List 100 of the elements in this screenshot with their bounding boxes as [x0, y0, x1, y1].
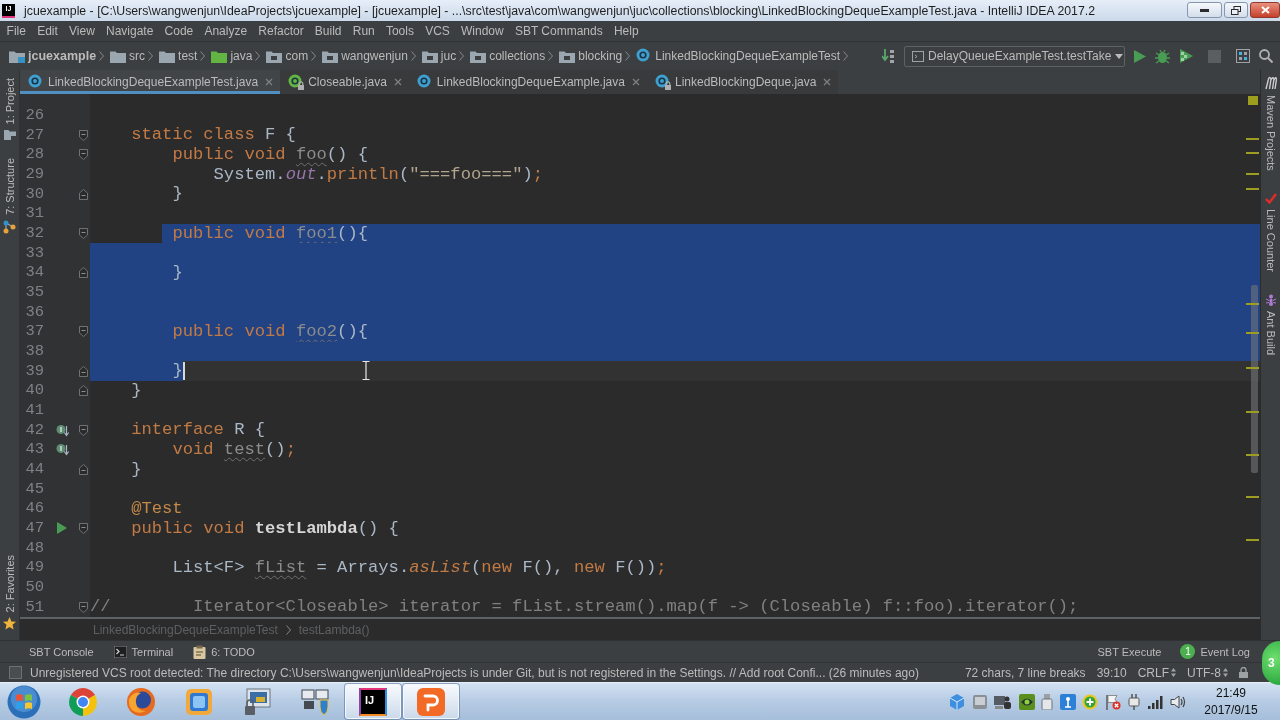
- fold-end-icon[interactable]: [78, 385, 88, 397]
- menu-item[interactable]: Window: [455, 24, 510, 38]
- line-number: 30: [25, 185, 44, 203]
- globe-logo-icon[interactable]: [126, 686, 156, 717]
- usb-drive-icon[interactable]: [1041, 693, 1053, 710]
- tool-window-button[interactable]: SBT Execute: [1097, 645, 1162, 658]
- close-icon[interactable]: [265, 78, 274, 86]
- fold-start-icon[interactable]: [78, 227, 88, 239]
- caret-position[interactable]: 39:10: [1096, 665, 1127, 680]
- signal-bars-icon[interactable]: [1147, 694, 1164, 709]
- circle-arrow-icon[interactable]: [55, 423, 69, 437]
- menu-item[interactable]: VCS: [419, 24, 456, 38]
- tool-window-button[interactable]: SBT Console: [29, 645, 94, 658]
- editor-tab[interactable]: LinkedBlockingDeque.java: [646, 70, 839, 94]
- menu-item[interactable]: SBT Commands: [509, 24, 609, 38]
- up-down-arrows-icon: [1223, 668, 1228, 677]
- editor-tab[interactable]: Closeable.java: [280, 70, 409, 94]
- fold-end-icon[interactable]: [78, 463, 88, 475]
- fold-start-icon[interactable]: [78, 522, 88, 534]
- eye-logo-icon[interactable]: [1018, 693, 1035, 710]
- status-message[interactable]: Unregistered VCS root detected: The directory C:\Users\wangwenjun\IdeaProjects is under Git, but is not registered in the Settings. // Add root Confi... (26 minutes ago): [30, 665, 919, 680]
- circle-arrow-icon[interactable]: [55, 443, 69, 457]
- computers-shield-icon[interactable]: [300, 686, 330, 717]
- breadcrumb-item[interactable]: src: [110, 49, 146, 63]
- monitor-lock-icon[interactable]: [242, 686, 272, 717]
- fold-start-icon[interactable]: [78, 601, 88, 613]
- tool-window-button[interactable]: Line Counter: [1264, 192, 1277, 272]
- code-line: void test();: [172, 439, 296, 459]
- search-icon[interactable]: [1259, 49, 1273, 63]
- tool-window-button[interactable]: 1: Project: [3, 78, 16, 141]
- tool-window-button[interactable]: 1 Event Log: [1180, 644, 1250, 659]
- restore-button[interactable]: [1224, 2, 1248, 18]
- module-folder-icon: [9, 49, 25, 63]
- fold-start-icon[interactable]: [78, 129, 88, 141]
- lock-icon[interactable]: [1239, 667, 1248, 678]
- fold-end-icon[interactable]: [78, 267, 88, 279]
- fold-start-icon[interactable]: [78, 149, 88, 161]
- breadcrumb-item[interactable]: blocking: [559, 49, 623, 63]
- menu-item[interactable]: File: [1, 24, 32, 38]
- taskbar-button[interactable]: IJ: [345, 684, 401, 719]
- tool-window-button[interactable]: 6: TODO: [193, 644, 255, 659]
- tool-window-button[interactable]: 7: Structure: [3, 158, 16, 235]
- encoding-selector[interactable]: UTF-8: [1187, 665, 1228, 680]
- breadcrumb-item[interactable]: test: [159, 49, 198, 63]
- play-icon[interactable]: [1134, 49, 1146, 63]
- tool-window-button[interactable]: Terminal: [113, 645, 174, 658]
- grid-icon[interactable]: [1236, 49, 1250, 63]
- tool-window-button[interactable]: Ant Build: [1264, 293, 1277, 355]
- checkered-play-icon[interactable]: [1179, 49, 1193, 63]
- close-icon[interactable]: [823, 78, 832, 86]
- breadcrumb-item[interactable]: jcuexample: [9, 49, 97, 63]
- line-separator-selector[interactable]: CRLF: [1137, 665, 1176, 680]
- cube-icon[interactable]: [949, 693, 965, 710]
- taskbar-button[interactable]: [403, 684, 459, 719]
- round-logo-icon[interactable]: [68, 686, 98, 717]
- antenna-icon[interactable]: [1059, 693, 1076, 710]
- breadcrumb-item[interactable]: com: [266, 49, 309, 63]
- folder-icon: [110, 49, 127, 63]
- menu-item[interactable]: Refactor: [252, 24, 310, 38]
- fold-start-icon[interactable]: [78, 424, 88, 436]
- monitor-figure-icon[interactable]: [994, 693, 1012, 710]
- menu-item[interactable]: Help: [608, 24, 645, 38]
- speaker-icon[interactable]: [1170, 693, 1186, 710]
- breadcrumb-item[interactable]: collections: [470, 49, 546, 63]
- scrollbar-thumb[interactable]: [1251, 285, 1258, 473]
- bug-icon[interactable]: [1155, 48, 1170, 64]
- close-button[interactable]: [1250, 2, 1280, 18]
- fold-start-icon[interactable]: [78, 326, 88, 338]
- line-number: 50: [25, 578, 44, 596]
- box-window-icon[interactable]: [184, 686, 214, 717]
- flag-icon[interactable]: [1104, 693, 1121, 710]
- breadcrumb-item[interactable]: wangwenjun: [322, 49, 408, 63]
- menu-item[interactable]: Edit: [31, 24, 64, 38]
- close-icon[interactable]: [393, 78, 402, 86]
- breadcrumb-item[interactable]: LinkedBlockingDequeExampleTest: [636, 48, 841, 64]
- menu-item[interactable]: View: [63, 24, 101, 38]
- tool-window-button[interactable]: Maven Projects: [1264, 76, 1277, 171]
- menu-item[interactable]: Code: [158, 24, 199, 38]
- breadcrumb-item[interactable]: juc: [421, 49, 457, 63]
- fold-end-icon[interactable]: [78, 365, 88, 377]
- menu-item[interactable]: Analyze: [198, 24, 253, 38]
- sort-arrow-icon[interactable]: [882, 49, 895, 63]
- menu-item[interactable]: Run: [347, 24, 381, 38]
- breadcrumb-item[interactable]: java: [211, 49, 253, 63]
- menu-item[interactable]: Build: [309, 24, 348, 38]
- start-orb-icon[interactable]: [7, 684, 41, 719]
- run-config-dropdown[interactable]: DelayQueueExampleTest.testTake: [904, 45, 1125, 67]
- tablet-icon[interactable]: [971, 693, 988, 710]
- editor-tab[interactable]: LinkedBlockingDequeExampleTest.java: [20, 70, 281, 94]
- play-icon[interactable]: [57, 522, 67, 535]
- minimize-button[interactable]: [1187, 2, 1222, 18]
- menu-item[interactable]: Navigate: [100, 24, 159, 38]
- fold-end-icon[interactable]: [78, 188, 88, 200]
- tool-window-button[interactable]: 2: Favorites: [3, 554, 16, 630]
- close-icon[interactable]: [631, 78, 640, 86]
- plug-icon[interactable]: [1127, 693, 1141, 710]
- close-icon: [1260, 6, 1270, 14]
- editor-tab[interactable]: LinkedBlockingDequeExample.java: [408, 70, 647, 94]
- plus-circle-icon[interactable]: [1082, 693, 1098, 710]
- menu-item[interactable]: Tools: [380, 24, 420, 38]
